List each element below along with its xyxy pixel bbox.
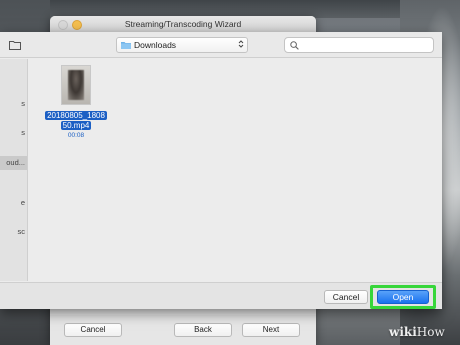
search-icon [290,40,299,50]
file-name-line2: 50.mp4 [60,121,92,130]
window-title: Streaming/Transcoding Wizard [124,19,242,29]
dialog-button-bar: Cancel Open [0,282,442,309]
watermark-logo: wikiHow [389,325,445,339]
cancel-button[interactable]: Cancel [324,290,368,304]
file-item[interactable]: 20180805_1808 50.mp4 00:08 [41,63,111,143]
file-name-line1: 20180805_1808 [45,111,107,120]
search-input[interactable] [284,37,434,53]
location-label: Downloads [134,40,177,50]
folder-icon [121,42,131,49]
open-file-dialog: Downloads s s oud... e sc 20180805_1808 … [0,32,442,309]
open-button[interactable]: Open [377,290,429,304]
file-name: 20180805_1808 50.mp4 [41,111,111,131]
sidebar-item-selected[interactable]: oud... [0,156,27,170]
location-dropdown[interactable]: Downloads [116,37,248,53]
new-folder-button[interactable] [4,37,26,53]
video-thumbnail [61,65,91,105]
chevron-updown-icon [238,39,244,49]
wizard-footer: Cancel Back Next [50,315,316,345]
sidebar-item[interactable]: s [21,99,25,108]
sidebar-item[interactable]: sc [18,227,26,236]
wizard-back-button[interactable]: Back [174,323,232,337]
sidebar-item[interactable]: s [21,128,25,137]
thumbnail-image [68,70,84,100]
file-duration: 00:08 [67,132,85,139]
sidebar-item[interactable]: e [21,198,25,207]
file-browser: 20180805_1808 50.mp4 00:08 [29,59,442,281]
dialog-toolbar: Downloads [0,32,442,58]
sidebar: s s oud... e sc [0,59,28,281]
wizard-next-button[interactable]: Next [242,323,300,337]
wizard-cancel-button[interactable]: Cancel [64,323,122,337]
folder-icon [9,41,21,50]
